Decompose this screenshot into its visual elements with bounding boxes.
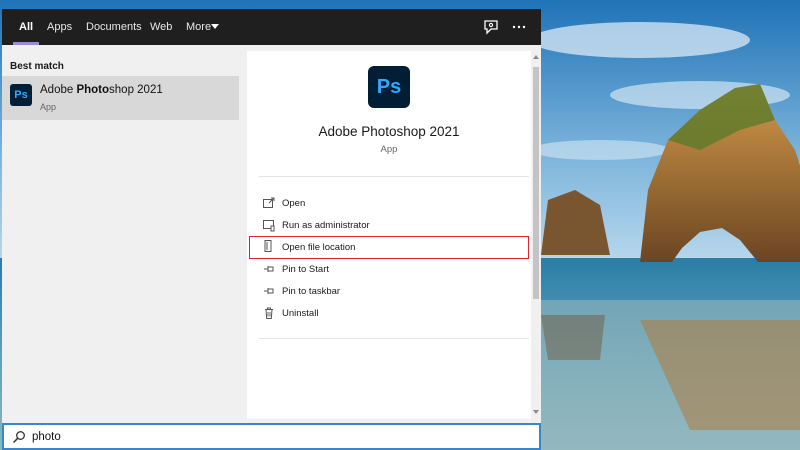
search-box[interactable] [2, 423, 541, 450]
best-match-heading: Best match [10, 61, 64, 72]
result-name-prefix: Adobe [40, 84, 77, 96]
scroll-down-arrow-icon[interactable] [533, 410, 539, 414]
app-title: Adobe Photoshop 2021 [318, 124, 460, 139]
divider [259, 176, 529, 177]
action-label: Run as administrator [282, 220, 370, 231]
search-input[interactable] [32, 427, 512, 446]
scroll-thumb[interactable] [533, 67, 539, 299]
action-pin-to-start[interactable]: Pin to Start [249, 259, 529, 281]
action-label: Pin to Start [282, 264, 329, 275]
search-icon [12, 431, 25, 444]
scroll-up-arrow-icon[interactable] [533, 55, 539, 59]
filter-tab-bar: All Apps Documents Web More [2, 9, 541, 45]
action-run-as-administrator[interactable]: Run as administrator [249, 215, 529, 237]
tab-apps[interactable]: Apps [47, 9, 72, 45]
tab-all[interactable]: All [12, 9, 40, 45]
tab-web[interactable]: Web [150, 9, 172, 45]
more-options-icon[interactable] [510, 18, 528, 36]
search-flyout: All Apps Documents Web More Best match P… [2, 9, 541, 423]
tab-documents[interactable]: Documents [86, 9, 142, 45]
result-item-photoshop[interactable]: Ps Adobe Photoshop 2021 App [2, 76, 239, 120]
photoshop-app-icon: Ps [10, 84, 32, 106]
action-open[interactable]: Open [249, 193, 529, 215]
run-as-admin-icon [263, 220, 275, 232]
action-pin-to-taskbar[interactable]: Pin to taskbar [249, 281, 529, 303]
result-item-name: Adobe Photoshop 2021 [40, 84, 163, 96]
pin-icon [264, 288, 274, 294]
action-label: Open file location [282, 242, 356, 253]
action-uninstall[interactable]: Uninstall [249, 303, 529, 325]
chevron-down-icon [211, 24, 219, 29]
pin-icon [264, 266, 274, 272]
result-name-suffix: shop 2021 [109, 84, 163, 96]
result-name-match: Photo [76, 84, 110, 96]
action-label: Uninstall [282, 308, 319, 319]
open-icon [263, 197, 275, 208]
folder-icon [264, 240, 272, 252]
app-subtitle: App [380, 144, 398, 155]
scrollbar[interactable] [531, 51, 541, 419]
results-list: Best match Ps Adobe Photoshop 2021 App [2, 45, 243, 423]
trash-icon [265, 307, 273, 319]
action-open-file-location[interactable]: Open file location [249, 236, 529, 259]
action-label: Open [282, 198, 306, 209]
tab-more[interactable]: More [186, 9, 211, 45]
divider [259, 338, 529, 339]
photoshop-app-icon-large: Ps [368, 66, 410, 108]
app-detail-pane: Ps Adobe Photoshop 2021 App Open Run as … [247, 51, 531, 419]
action-label: Pin to taskbar [282, 286, 341, 297]
result-item-type: App [40, 102, 57, 112]
feedback-icon[interactable] [482, 18, 500, 36]
